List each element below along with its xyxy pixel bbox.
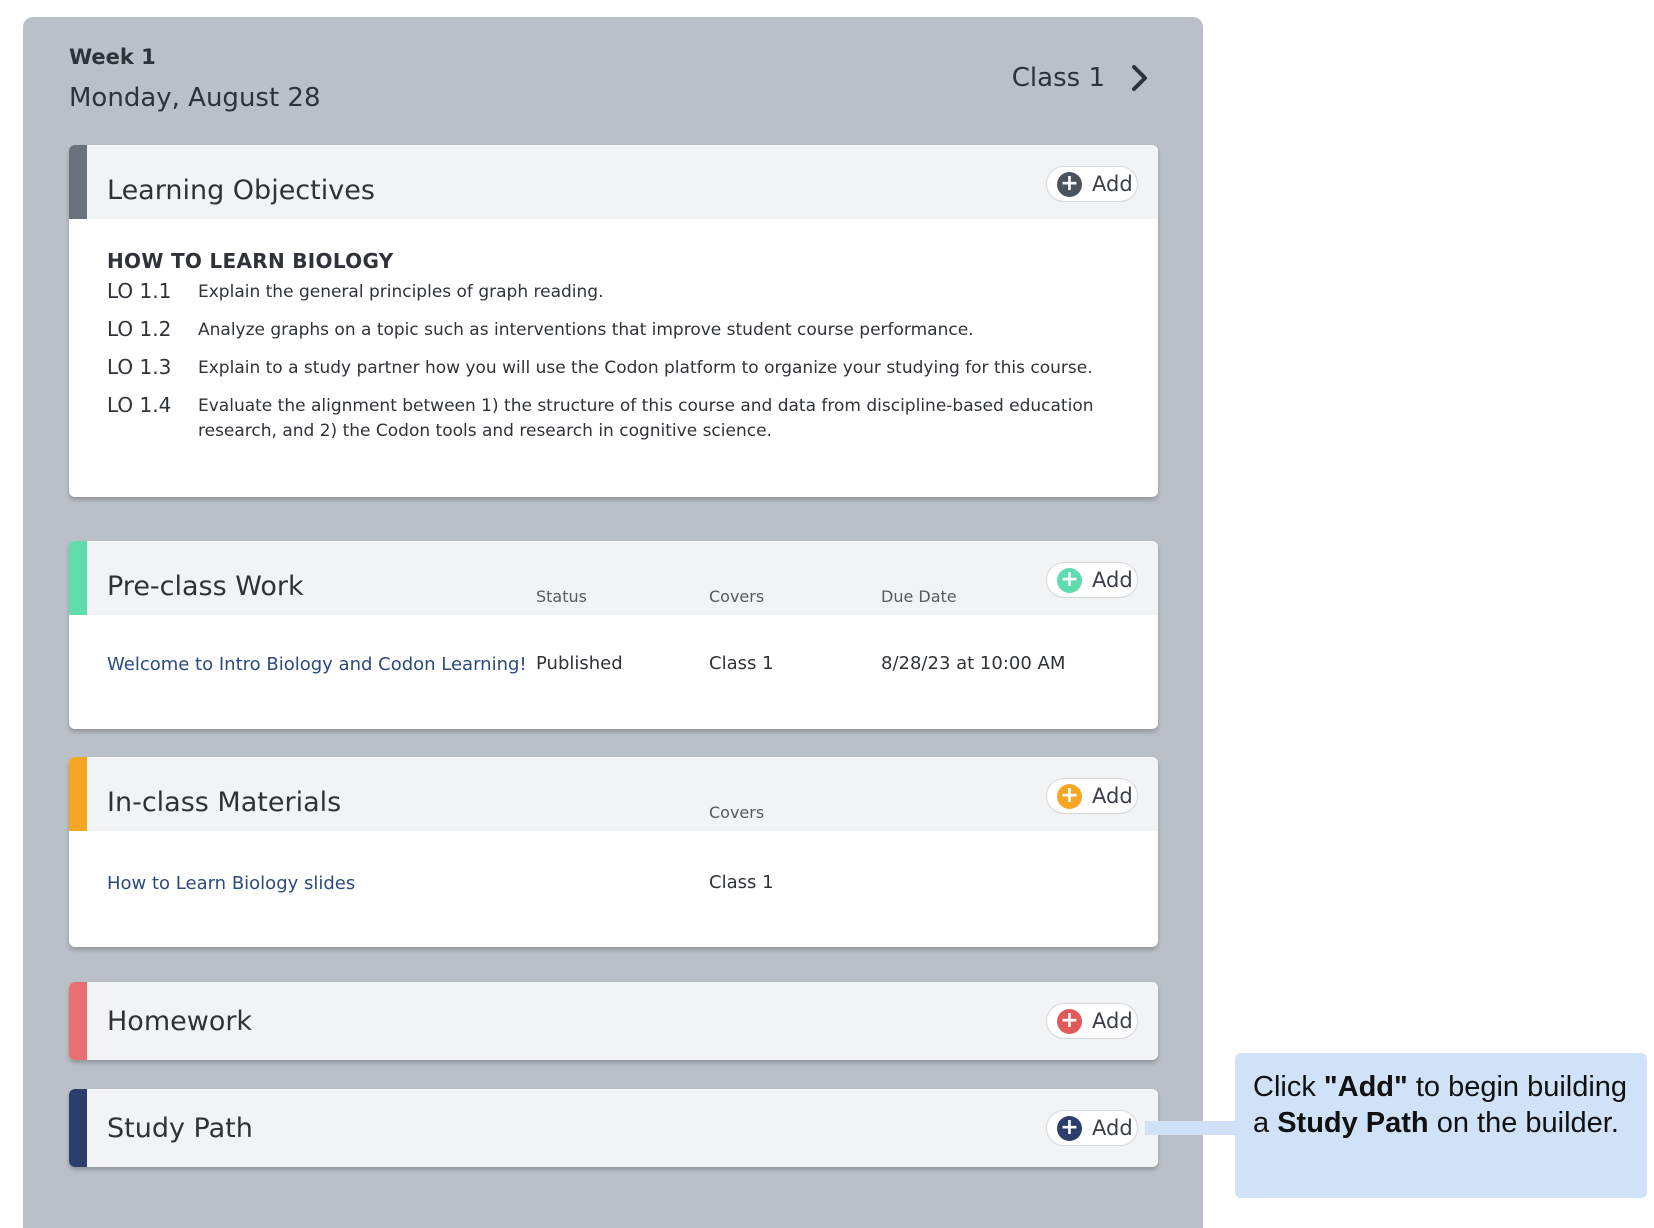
lo-item: LO 1.2 Analyze graphs on a topic such as…: [107, 317, 1117, 343]
plus-circle-icon: +: [1057, 1008, 1082, 1034]
learning-objectives-card: Learning Objectives + Add HOW TO LEARN B…: [69, 145, 1158, 497]
lo-code: LO 1.2: [107, 317, 172, 341]
card-accent-bar: [69, 145, 87, 219]
plus-circle-icon: +: [1057, 567, 1082, 593]
add-learning-objective-button[interactable]: + Add: [1046, 166, 1138, 202]
week-panel: Week 1 Monday, August 28 Class 1 Learnin…: [23, 17, 1203, 1228]
add-label: Add: [1092, 172, 1133, 196]
preclass-item-link[interactable]: Welcome to Intro Biology and Codon Learn…: [107, 654, 527, 675]
add-inclass-material-button[interactable]: + Add: [1046, 778, 1138, 814]
lo-text: Analyze graphs on a topic such as interv…: [198, 320, 974, 340]
preclass-item-covers: Class 1: [709, 653, 774, 674]
preclass-work-title: Pre-class Work: [107, 571, 304, 602]
add-study-path-button[interactable]: + Add: [1046, 1110, 1138, 1146]
add-homework-button[interactable]: + Add: [1046, 1003, 1138, 1039]
lo-item: LO 1.4 Evaluate the alignment between 1)…: [107, 393, 1117, 444]
inclass-materials-header: In-class Materials Covers + Add: [69, 757, 1158, 831]
inclass-item-covers: Class 1: [709, 872, 774, 893]
learning-objectives-header: Learning Objectives + Add: [69, 145, 1158, 219]
lo-section-title: HOW TO LEARN BIOLOGY: [107, 249, 394, 273]
date-label: Monday, August 28: [69, 83, 321, 113]
lo-text: Explain to a study partner how you will …: [198, 358, 1093, 378]
week-label: Week 1: [69, 45, 156, 69]
due-date-column-header: Due Date: [881, 587, 957, 606]
preclass-work-card: Pre-class Work Status Covers Due Date + …: [69, 541, 1158, 729]
callout-text: on the builder.: [1428, 1107, 1619, 1139]
plus-circle-icon: +: [1057, 171, 1082, 197]
card-accent-bar: [69, 1089, 87, 1167]
chevron-right-icon: [1132, 65, 1147, 91]
homework-header: Homework + Add: [69, 982, 1158, 1060]
preclass-item-due-date: 8/28/23 at 10:00 AM: [881, 653, 1066, 674]
add-label: Add: [1092, 568, 1133, 592]
homework-card: Homework + Add: [69, 982, 1158, 1060]
callout-bold-study-path: Study Path: [1277, 1107, 1429, 1139]
lo-item: LO 1.1 Explain the general principles of…: [107, 279, 1117, 305]
lo-code: LO 1.4: [107, 393, 172, 417]
card-accent-bar: [69, 757, 87, 831]
add-label: Add: [1092, 1116, 1133, 1140]
preclass-item-status: Published: [536, 653, 623, 674]
preclass-work-header: Pre-class Work Status Covers Due Date + …: [69, 541, 1158, 615]
plus-circle-icon: +: [1057, 783, 1082, 809]
study-path-header: Study Path + Add: [69, 1089, 1158, 1167]
tutorial-callout: Click "Add" to begin building a Study Pa…: [1235, 1053, 1647, 1198]
card-accent-bar: [69, 541, 87, 615]
add-label: Add: [1092, 784, 1133, 808]
class-nav-label: Class 1: [1011, 63, 1105, 93]
callout-bold-add: "Add": [1323, 1071, 1408, 1103]
callout-connector: [1145, 1121, 1236, 1135]
inclass-item-link[interactable]: How to Learn Biology slides: [107, 873, 355, 894]
learning-objectives-title: Learning Objectives: [107, 175, 375, 206]
plus-circle-icon: +: [1057, 1115, 1082, 1141]
add-label: Add: [1092, 1009, 1133, 1033]
lo-code: LO 1.1: [107, 279, 172, 303]
study-path-card: Study Path + Add: [69, 1089, 1158, 1167]
lo-code: LO 1.3: [107, 355, 172, 379]
status-column-header: Status: [536, 587, 587, 606]
callout-text: Click: [1253, 1071, 1324, 1103]
inclass-materials-title: In-class Materials: [107, 787, 342, 818]
homework-title: Homework: [107, 1006, 253, 1037]
covers-column-header: Covers: [709, 803, 765, 822]
card-accent-bar: [69, 982, 87, 1060]
covers-column-header: Covers: [709, 587, 765, 606]
next-class-button[interactable]: Class 1: [1012, 63, 1151, 93]
lo-text: Evaluate the alignment between 1) the st…: [198, 396, 1094, 441]
add-preclass-work-button[interactable]: + Add: [1046, 562, 1138, 598]
lo-item: LO 1.3 Explain to a study partner how yo…: [107, 355, 1117, 381]
study-path-title: Study Path: [107, 1113, 253, 1144]
inclass-materials-card: In-class Materials Covers + Add How to L…: [69, 757, 1158, 947]
lo-text: Explain the general principles of graph …: [198, 282, 604, 302]
